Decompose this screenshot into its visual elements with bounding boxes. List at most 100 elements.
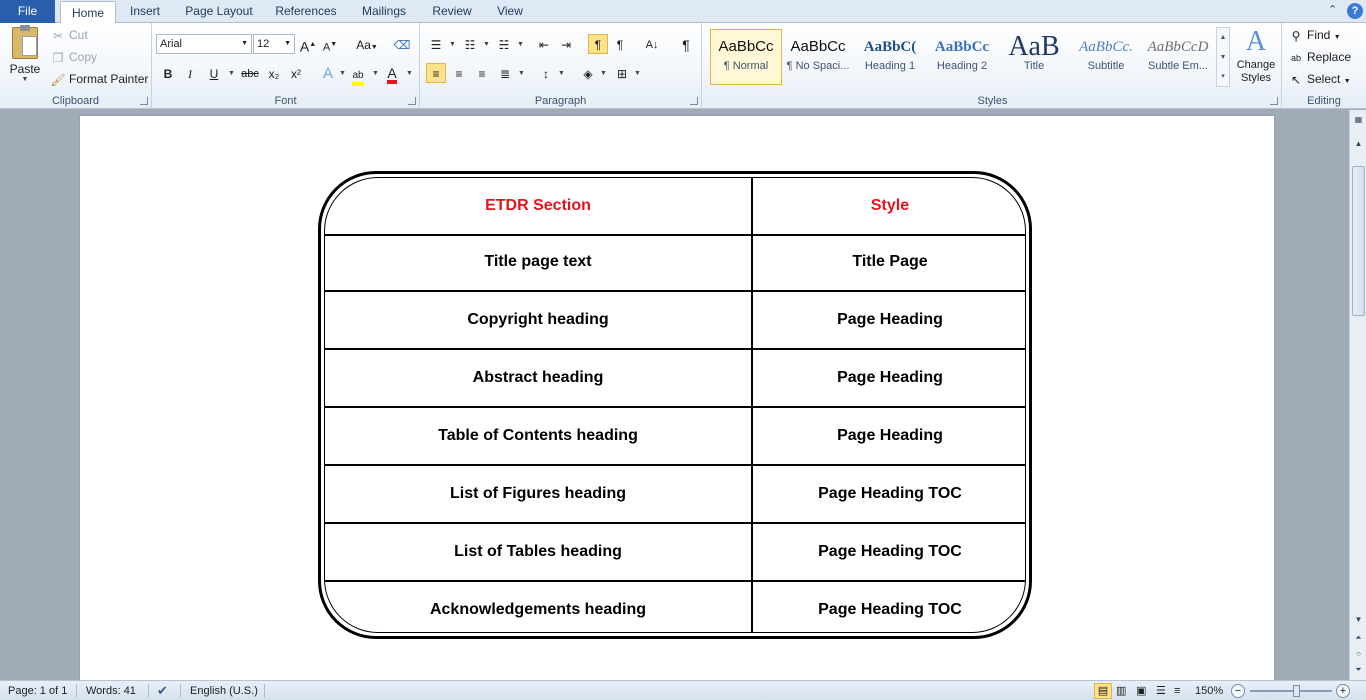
italic-button[interactable]: I: [180, 63, 200, 83]
bullets-button[interactable]: ☰: [426, 34, 446, 54]
ltr-direction-button[interactable]: ¶: [588, 34, 608, 54]
shading-button[interactable]: ◈: [578, 63, 598, 83]
shrink-font-button[interactable]: A▼: [320, 34, 340, 54]
chevron-down-icon[interactable]: ▼: [406, 70, 413, 77]
styles-gallery-scroll[interactable]: ▲ ▼ ▾: [1216, 27, 1230, 87]
numbering-button[interactable]: ☷: [460, 34, 480, 54]
borders-button[interactable]: ⊞: [612, 63, 632, 83]
clipboard-launcher-icon[interactable]: [140, 97, 148, 105]
tab-home[interactable]: Home: [60, 1, 116, 24]
chevron-down-icon[interactable]: ▼: [449, 41, 456, 48]
styles-table[interactable]: ETDR Section Style Title page text Title…: [318, 171, 1032, 639]
zoom-level[interactable]: 150%: [1195, 681, 1223, 700]
tab-mailings[interactable]: Mailings: [354, 0, 414, 23]
change-styles-button[interactable]: A Change Styles: [1232, 25, 1280, 89]
help-icon[interactable]: ?: [1347, 3, 1363, 19]
paragraph-launcher-icon[interactable]: [690, 97, 698, 105]
proofing-icon[interactable]: ✔: [157, 681, 168, 700]
document-page[interactable]: ETDR Section Style Title page text Title…: [80, 116, 1274, 680]
document-area[interactable]: ETDR Section Style Title page text Title…: [0, 110, 1349, 680]
table-cell[interactable]: Page Heading: [753, 292, 1025, 348]
browse-object-icon[interactable]: ○: [1352, 648, 1365, 660]
chevron-down-icon[interactable]: ▼: [518, 70, 525, 77]
tab-insert[interactable]: Insert: [122, 0, 168, 23]
superscript-button[interactable]: x²: [286, 63, 306, 83]
header-style[interactable]: Style: [753, 178, 1025, 234]
show-hide-button[interactable]: ¶: [676, 34, 696, 54]
align-center-button[interactable]: ≡: [449, 63, 469, 83]
style-heading-1[interactable]: AaBbC( Heading 1: [854, 29, 926, 85]
word-count[interactable]: Words: 41: [86, 681, 136, 700]
line-spacing-button[interactable]: ↕: [536, 63, 556, 83]
change-case-button[interactable]: Aa▼: [352, 34, 382, 54]
font-launcher-icon[interactable]: [408, 97, 416, 105]
draft-view-icon[interactable]: ≡: [1174, 681, 1180, 700]
bold-button[interactable]: B: [158, 63, 178, 83]
web-layout-icon[interactable]: ▣: [1136, 681, 1146, 700]
table-cell[interactable]: Page Heading: [753, 408, 1025, 464]
styles-launcher-icon[interactable]: [1270, 97, 1278, 105]
scroll-up-icon[interactable]: ▲: [1352, 138, 1365, 150]
table-cell[interactable]: Page Heading TOC: [753, 582, 1025, 632]
replace-button[interactable]: ab Replace: [1288, 47, 1351, 67]
table-cell[interactable]: Abstract heading: [325, 350, 751, 406]
chevron-down-icon[interactable]: ▼: [372, 70, 379, 77]
zoom-out-icon[interactable]: −: [1231, 684, 1245, 698]
tab-review[interactable]: Review: [426, 0, 478, 23]
chevron-down-icon[interactable]: ▼: [339, 70, 346, 77]
more-icon[interactable]: ▾: [1217, 68, 1229, 86]
next-page-icon[interactable]: ⏷: [1352, 664, 1365, 676]
table-cell[interactable]: List of Tables heading: [325, 524, 751, 580]
zoom-slider-thumb[interactable]: [1293, 685, 1301, 697]
increase-indent-button[interactable]: ⇥: [556, 34, 576, 54]
language-indicator[interactable]: English (U.S.): [190, 681, 258, 700]
chevron-down-icon[interactable]: ▼: [600, 70, 607, 77]
align-right-button[interactable]: ≡: [472, 63, 492, 83]
print-layout-view-icon[interactable]: ▤: [1094, 683, 1112, 699]
align-left-button[interactable]: ≡: [426, 63, 446, 83]
table-cell[interactable]: Title page text: [325, 234, 751, 290]
table-cell[interactable]: Acknowledgements heading: [325, 582, 751, 632]
table-cell[interactable]: Page Heading TOC: [753, 466, 1025, 522]
tab-file[interactable]: File: [0, 0, 55, 23]
select-button[interactable]: ↖ Select ▼: [1288, 69, 1351, 89]
paste-button[interactable]: Paste ▼: [6, 25, 44, 85]
sort-button[interactable]: A↓: [642, 34, 662, 54]
justify-button[interactable]: ≣: [495, 63, 515, 83]
underline-button[interactable]: U: [204, 63, 224, 83]
font-name-combo[interactable]: Arial ▼: [156, 34, 252, 54]
chevron-down-icon[interactable]: ▼: [517, 41, 524, 48]
table-cell[interactable]: Title Page: [753, 234, 1025, 290]
outline-view-icon[interactable]: ☰: [1156, 681, 1166, 700]
zoom-in-icon[interactable]: +: [1336, 684, 1350, 698]
find-button[interactable]: ⚲ Find ▼: [1288, 25, 1341, 45]
style-subtitle[interactable]: AaBbCc. Subtitle: [1070, 29, 1142, 85]
cut-button[interactable]: ✂ Cut: [50, 25, 88, 45]
vertical-scrollbar[interactable]: ▦ ▲ ▼ ⏶ ○ ⏷: [1349, 110, 1366, 680]
multilevel-list-button[interactable]: ☵: [494, 34, 514, 54]
font-size-combo[interactable]: 12 ▼: [253, 34, 295, 54]
full-screen-reading-icon[interactable]: ▥: [1116, 681, 1126, 700]
copy-button[interactable]: ❐ Copy: [50, 47, 97, 67]
style-normal[interactable]: AaBbCc ¶ Normal: [710, 29, 782, 85]
style-title[interactable]: AaB Title: [998, 29, 1070, 85]
page-count[interactable]: Page: 1 of 1: [8, 681, 67, 700]
clear-formatting-button[interactable]: ⌫: [392, 34, 412, 54]
chevron-down-icon[interactable]: ▼: [228, 70, 235, 77]
format-painter-button[interactable]: 🖌 Format Painter: [50, 69, 148, 89]
chevron-down-icon[interactable]: ▼: [1217, 48, 1229, 68]
style-no-spacing[interactable]: AaBbCc ¶ No Spaci...: [782, 29, 854, 85]
table-cell[interactable]: Page Heading: [753, 350, 1025, 406]
table-cell[interactable]: Page Heading TOC: [753, 524, 1025, 580]
chevron-down-icon[interactable]: ▼: [634, 70, 641, 77]
chevron-up-icon[interactable]: ▲: [1217, 28, 1229, 48]
tab-page-layout[interactable]: Page Layout: [180, 0, 258, 23]
strikethrough-button[interactable]: abc: [238, 63, 262, 83]
rtl-direction-button[interactable]: ¶: [610, 34, 630, 54]
header-etdr-section[interactable]: ETDR Section: [325, 178, 751, 234]
highlight-color-button[interactable]: ab: [348, 63, 368, 86]
table-cell[interactable]: Table of Contents heading: [325, 408, 751, 464]
previous-page-icon[interactable]: ⏶: [1352, 632, 1365, 644]
scrollbar-thumb[interactable]: [1352, 166, 1365, 316]
tab-references[interactable]: References: [270, 0, 342, 23]
